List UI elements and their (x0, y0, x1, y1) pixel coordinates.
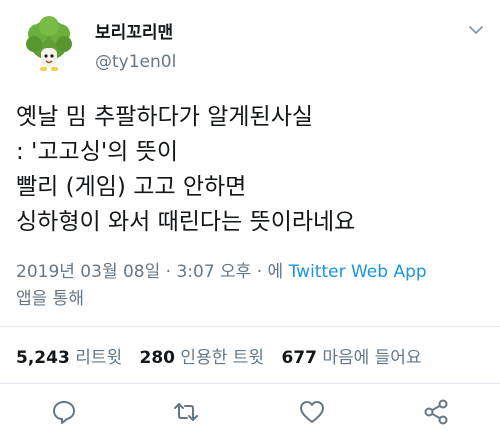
source-link[interactable]: Twitter Web App (289, 262, 427, 282)
chevron-down-icon[interactable] (468, 22, 484, 36)
quotes-label: 인용한 트윗 (180, 348, 265, 368)
likes-stat[interactable]: 677 마음에 들어요 (281, 348, 421, 368)
tweet-line: 빨리 (게임) 고고 안하면 (16, 174, 247, 200)
tweet-timestamp[interactable]: 2019년 03월 08일 · 3:07 오후 · 에 (16, 262, 289, 282)
retweets-count: 5,243 (16, 348, 70, 368)
quotes-stat[interactable]: 280 인용한 트윗 (140, 348, 265, 368)
divider (0, 383, 500, 384)
tweet-actions (0, 398, 500, 426)
retweets-stat[interactable]: 5,243 리트윗 (16, 348, 122, 368)
tweet-line: 옛날 밈 추팔하다가 알게된사실 (16, 104, 314, 130)
source-suffix: 앱을 통해 (16, 289, 84, 309)
tweet-line: 싱하형이 와서 때린다는 뜻이라네요 (16, 209, 356, 235)
author-handle[interactable]: @ty1en0l (95, 52, 176, 72)
tweet-text: 옛날 밈 추팔하다가 알게된사실 : '고고싱'의 뜻이 빨리 (게임) 고고 … (16, 100, 486, 240)
likes-count: 677 (281, 348, 317, 368)
tweet-meta: 2019년 03월 08일 · 3:07 오후 · 에 Twitter Web … (16, 259, 486, 313)
retweets-label: 리트윗 (75, 348, 123, 368)
heart-icon[interactable] (298, 398, 326, 426)
tweet-stats: 5,243 리트윗 280 인용한 트윗 677 마음에 들어요 (16, 343, 434, 368)
share-icon[interactable] (422, 398, 450, 426)
broccoli-avatar-icon[interactable] (18, 14, 80, 76)
tweet-line: : '고고싱'의 뜻이 (16, 139, 178, 165)
likes-label: 마음에 들어요 (322, 348, 422, 368)
quotes-count: 280 (139, 348, 176, 368)
reply-icon[interactable] (50, 398, 78, 426)
tweet-card: 보리꼬리맨 @ty1en0l 옛날 밈 추팔하다가 알게된사실 : '고고싱'의… (0, 0, 500, 440)
retweet-icon[interactable] (172, 398, 200, 426)
divider (0, 326, 500, 327)
author-name[interactable]: 보리꼬리맨 (95, 18, 173, 43)
